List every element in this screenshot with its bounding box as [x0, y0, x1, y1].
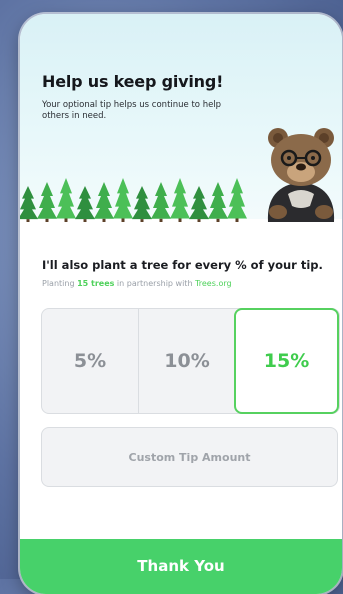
tree-trunk [159, 218, 163, 222]
tree-trunk [64, 218, 68, 222]
tree-row-illustration [20, 178, 247, 222]
thank-you-label: Thank You [137, 557, 225, 575]
tree-icon [170, 178, 190, 219]
tip-card: Help us keep giving! Your optional tip h… [20, 14, 342, 594]
tree-trunk [216, 218, 220, 222]
tree-icon [20, 186, 38, 220]
tree-icon [132, 186, 152, 220]
tree-count: 15 trees [77, 279, 115, 288]
tree-icon [56, 178, 76, 219]
tree-trunk [121, 218, 125, 222]
tip-options: 5% 10% 15% [41, 308, 340, 414]
tree-icon [208, 182, 228, 219]
page-subtitle: Your optional tip helps us continue to h… [42, 100, 222, 121]
tree-icon [227, 178, 247, 219]
tree-icon [113, 178, 133, 219]
tree-trunk [178, 218, 182, 222]
tree-icon [75, 186, 95, 220]
tree-trunk [235, 218, 239, 222]
tree-trunk [102, 218, 106, 222]
tip-option-15-selected[interactable]: 15% [234, 308, 339, 414]
tree-icon [151, 182, 171, 219]
partner-link[interactable]: Trees.org [195, 279, 232, 288]
tree-icon [37, 182, 57, 219]
tip-option-5[interactable]: 5% [42, 309, 138, 413]
partner-note-middle: in partnership with [114, 279, 196, 288]
tree-icon [189, 186, 209, 220]
partner-note: Planting 15 trees in partnership with Tr… [42, 279, 232, 288]
tree-trunk [140, 219, 144, 222]
tip-option-10[interactable]: 10% [138, 309, 235, 413]
bear-mascot-illustration [267, 128, 335, 222]
tree-pledge-heading: I'll also plant a tree for every % of yo… [42, 258, 323, 272]
custom-tip-button[interactable]: Custom Tip Amount [41, 427, 338, 487]
tree-trunk [26, 219, 30, 222]
tree-trunk [83, 219, 87, 222]
tree-trunk [45, 218, 49, 222]
hero-banner: Help us keep giving! Your optional tip h… [20, 14, 342, 222]
tree-trunk [197, 219, 201, 222]
page-title: Help us keep giving! [42, 72, 224, 91]
partner-note-prefix: Planting [42, 279, 78, 288]
tree-icon [94, 182, 114, 219]
thank-you-button[interactable]: Thank You [20, 539, 342, 594]
